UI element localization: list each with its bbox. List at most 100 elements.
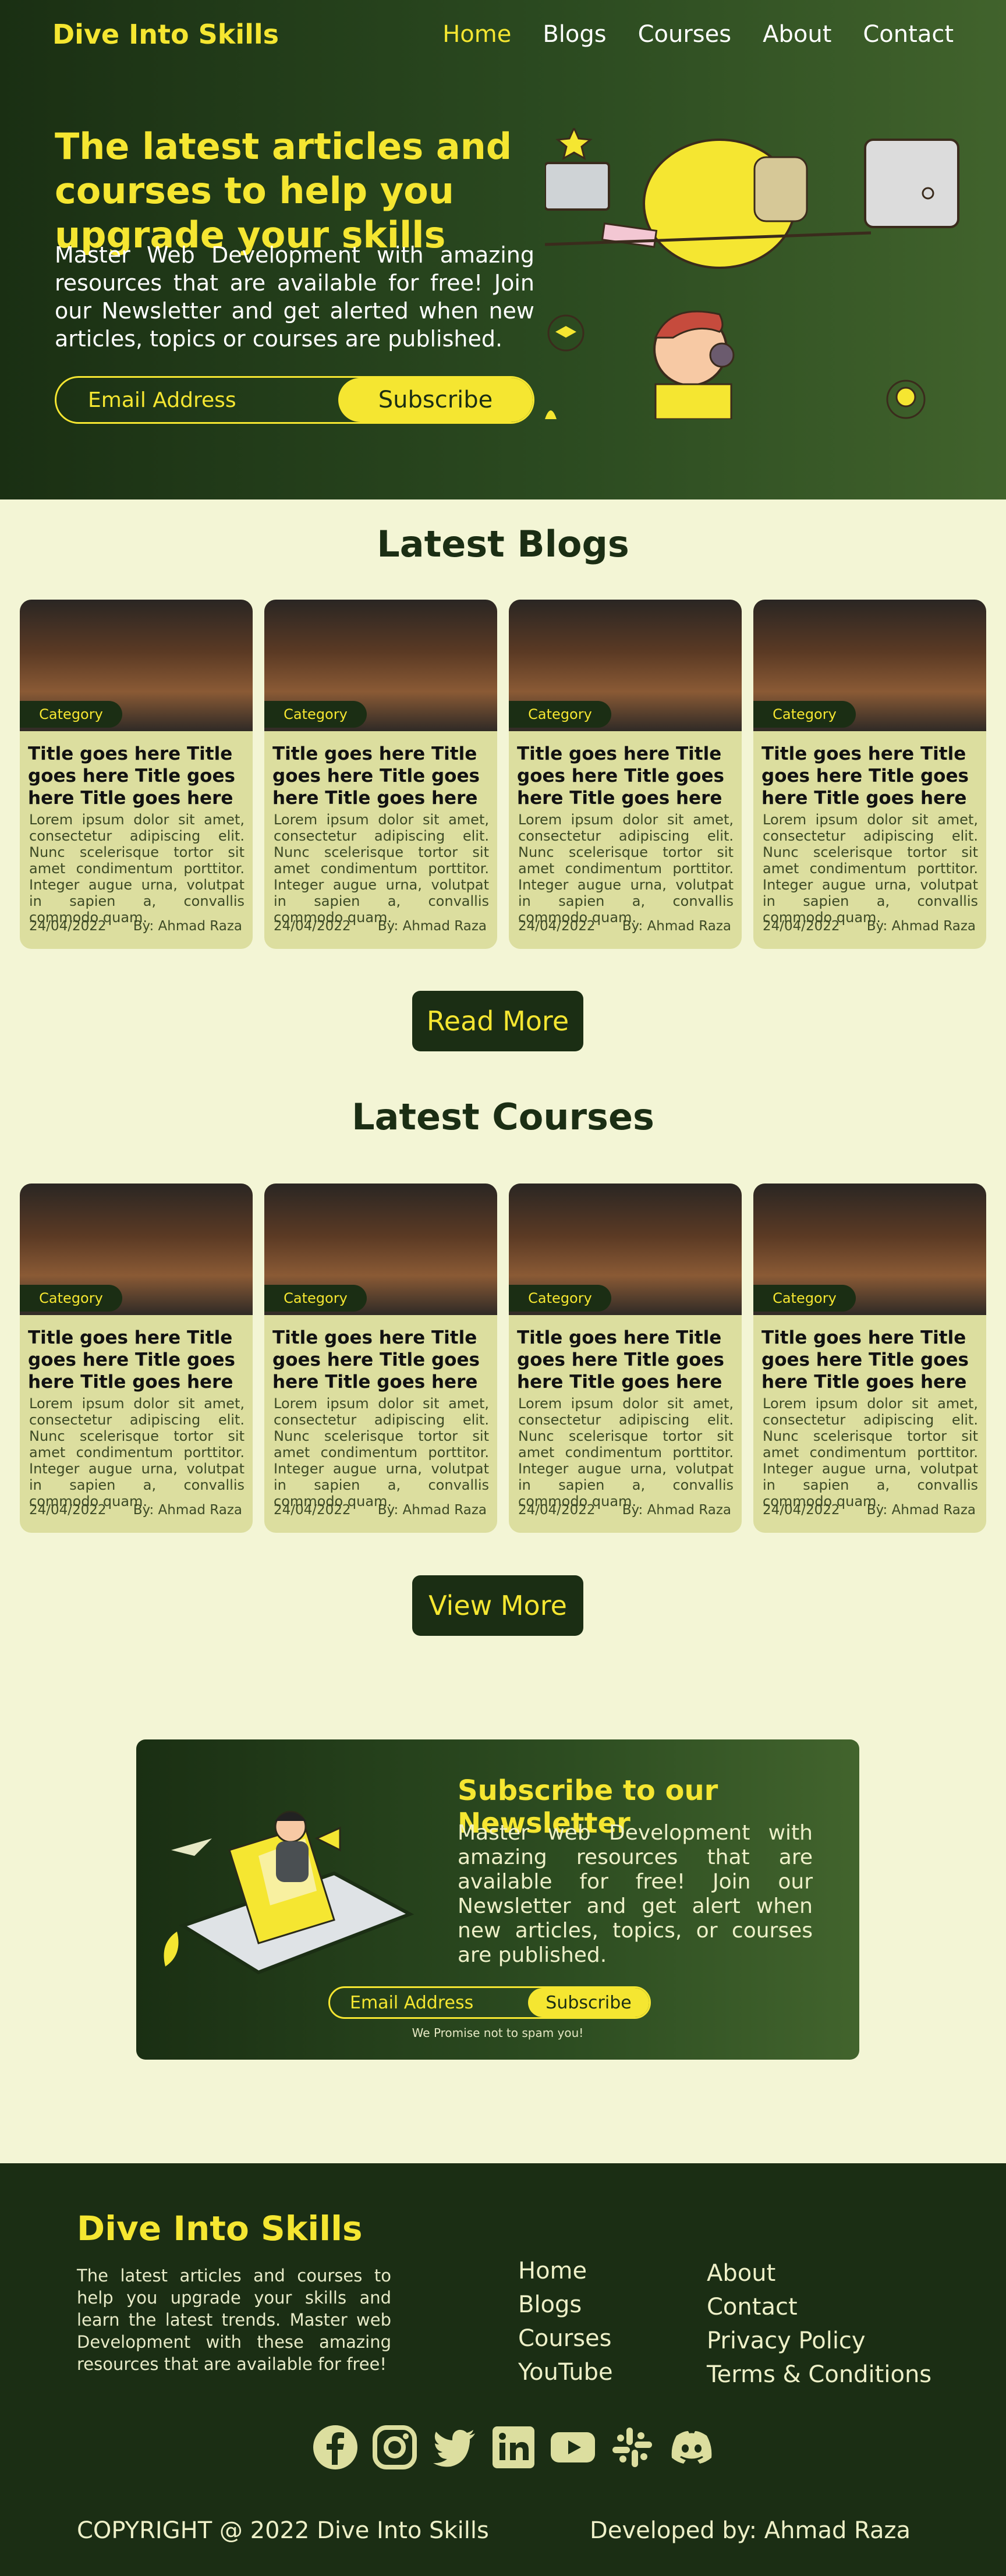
card-author: By: Ahmad Raza <box>377 919 487 934</box>
course-card[interactable]: Category Title goes here Title goes here… <box>20 1184 253 1533</box>
person-at-desk-illustration <box>545 139 872 269</box>
hero-description: Master Web Development with amazing reso… <box>55 242 534 352</box>
footer-description: The latest articles and courses to help … <box>77 2266 391 2374</box>
facebook-icon[interactable] <box>312 2424 359 2471</box>
card-title[interactable]: Title goes here Title goes here Title go… <box>517 1327 735 1393</box>
card-author: By: Ahmad Raza <box>622 1503 731 1518</box>
card-author: By: Ahmad Raza <box>622 919 731 934</box>
footer-link-about[interactable]: About <box>707 2256 931 2290</box>
category-badge[interactable]: Category <box>264 701 367 728</box>
category-badge[interactable]: Category <box>753 701 856 728</box>
newsletter-illustration <box>164 1810 415 1975</box>
nav-contact[interactable]: Contact <box>863 21 954 48</box>
blog-card[interactable]: Category Title goes here Title goes here… <box>20 600 253 949</box>
card-description: Lorem ipsum dolor sit amet, consectetur … <box>763 1395 978 1510</box>
hero-illustration <box>545 128 959 419</box>
course-card[interactable]: Category Title goes here Title goes here… <box>509 1184 742 1533</box>
blog-card[interactable]: Category Title goes here Title goes here… <box>509 600 742 949</box>
blog-card[interactable]: Category Title goes here Title goes here… <box>264 600 497 949</box>
social-links <box>312 2424 715 2471</box>
newsletter-email-input[interactable]: Email Address <box>330 1993 528 2013</box>
courses-section-title: Latest Courses <box>352 1096 654 1138</box>
card-date: 24/04/2022 <box>763 1503 840 1518</box>
footer-links-secondary: About Contact Privacy Policy Terms & Con… <box>707 2256 931 2391</box>
footer-link-courses[interactable]: Courses <box>518 2322 613 2355</box>
card-title[interactable]: Title goes here Title goes here Title go… <box>761 1327 979 1393</box>
category-badge[interactable]: Category <box>509 701 611 728</box>
card-title[interactable]: Title goes here Title goes here Title go… <box>517 743 735 809</box>
footer-link-home[interactable]: Home <box>518 2254 613 2288</box>
footer-link-terms[interactable]: Terms & Conditions <box>707 2358 931 2391</box>
card-author: By: Ahmad Raza <box>133 1503 242 1518</box>
nav-about[interactable]: About <box>763 21 831 48</box>
laptop-illustration <box>864 139 959 228</box>
card-description: Lorem ipsum dolor sit amet, consectetur … <box>274 1395 489 1510</box>
youtube-icon[interactable] <box>550 2424 596 2471</box>
view-more-button[interactable]: View More <box>412 1575 583 1636</box>
card-date: 24/04/2022 <box>29 1503 107 1518</box>
hero-section: Dive Into Skills Home Blogs Courses Abou… <box>0 0 1006 499</box>
footer-brand[interactable]: Dive Into Skills <box>77 2209 363 2248</box>
card-description: Lorem ipsum dolor sit amet, consectetur … <box>29 1395 245 1510</box>
newsletter-note: We Promise not to spam you! <box>412 2026 584 2040</box>
nav-blogs[interactable]: Blogs <box>543 21 606 48</box>
rocket-icon <box>545 410 557 419</box>
leaf-icon <box>164 1932 179 1966</box>
hero-subscribe-form: Email Address Subscribe <box>55 376 534 424</box>
category-badge[interactable]: Category <box>264 1285 367 1312</box>
blog-card[interactable]: Category Title goes here Title goes here… <box>753 600 986 949</box>
card-title[interactable]: Title goes here Title goes here Title go… <box>761 743 979 809</box>
footer: Dive Into Skills The latest articles and… <box>0 2163 1006 2576</box>
card-description: Lorem ipsum dolor sit amet, consectetur … <box>29 812 245 926</box>
card-date: 24/04/2022 <box>274 919 351 934</box>
lightbulb-icon <box>886 380 926 419</box>
course-card[interactable]: Category Title goes here Title goes here… <box>264 1184 497 1533</box>
card-date: 24/04/2022 <box>29 919 107 934</box>
footer-link-youtube[interactable]: YouTube <box>518 2355 613 2389</box>
discord-icon[interactable] <box>668 2424 715 2471</box>
footer-link-blogs[interactable]: Blogs <box>518 2288 613 2322</box>
newsletter-description: Master web Development with amazing reso… <box>458 1821 813 1967</box>
twitter-icon[interactable] <box>431 2424 477 2471</box>
card-date: 24/04/2022 <box>518 1503 596 1518</box>
person-megaphone-illustration <box>274 1810 341 1882</box>
card-title[interactable]: Title goes here Title goes here Title go… <box>28 1327 246 1393</box>
read-more-button[interactable]: Read More <box>412 991 583 1051</box>
brand-logo[interactable]: Dive Into Skills <box>52 19 279 50</box>
nav-home[interactable]: Home <box>442 21 511 48</box>
developer-credit: Developed by: Ahmad Raza <box>590 2517 911 2544</box>
student-headphones-illustration <box>653 310 735 419</box>
blogs-section-title: Latest Blogs <box>377 523 629 565</box>
footer-link-contact[interactable]: Contact <box>707 2290 931 2324</box>
card-author: By: Ahmad Raza <box>377 1503 487 1518</box>
footer-link-privacy[interactable]: Privacy Policy <box>707 2324 931 2358</box>
card-title[interactable]: Title goes here Title goes here Title go… <box>272 1327 490 1393</box>
card-author: By: Ahmad Raza <box>866 1503 976 1518</box>
slack-icon[interactable] <box>609 2424 656 2471</box>
card-description: Lorem ipsum dolor sit amet, consectetur … <box>518 812 734 926</box>
card-author: By: Ahmad Raza <box>866 919 976 934</box>
nav-courses[interactable]: Courses <box>638 21 732 48</box>
instagram-icon[interactable] <box>371 2424 418 2471</box>
category-badge[interactable]: Category <box>753 1285 856 1312</box>
hero-email-input[interactable]: Email Address <box>56 388 338 412</box>
category-badge[interactable]: Category <box>509 1285 611 1312</box>
card-title[interactable]: Title goes here Title goes here Title go… <box>28 743 246 809</box>
card-author: By: Ahmad Raza <box>133 919 242 934</box>
linkedin-icon[interactable] <box>490 2424 537 2471</box>
star-icon <box>555 128 593 160</box>
paper-plane-icon <box>171 1838 212 1856</box>
main-nav: Home Blogs Courses About Contact <box>442 21 954 48</box>
hero-subscribe-button[interactable]: Subscribe <box>338 378 533 422</box>
card-description: Lorem ipsum dolor sit amet, consectetur … <box>763 812 978 926</box>
card-title[interactable]: Title goes here Title goes here Title go… <box>272 743 490 809</box>
category-badge[interactable]: Category <box>20 1285 122 1312</box>
course-card[interactable]: Category Title goes here Title goes here… <box>753 1184 986 1533</box>
graduation-cap-icon <box>547 314 585 352</box>
newsletter-subscribe-button[interactable]: Subscribe <box>528 1988 649 2017</box>
card-date: 24/04/2022 <box>518 919 596 934</box>
footer-links-primary: Home Blogs Courses YouTube <box>518 2254 613 2389</box>
newsletter-form: Email Address Subscribe <box>328 1986 651 2019</box>
newsletter-section: Subscribe to our Newsletter Master web D… <box>136 1739 859 2060</box>
category-badge[interactable]: Category <box>20 701 122 728</box>
